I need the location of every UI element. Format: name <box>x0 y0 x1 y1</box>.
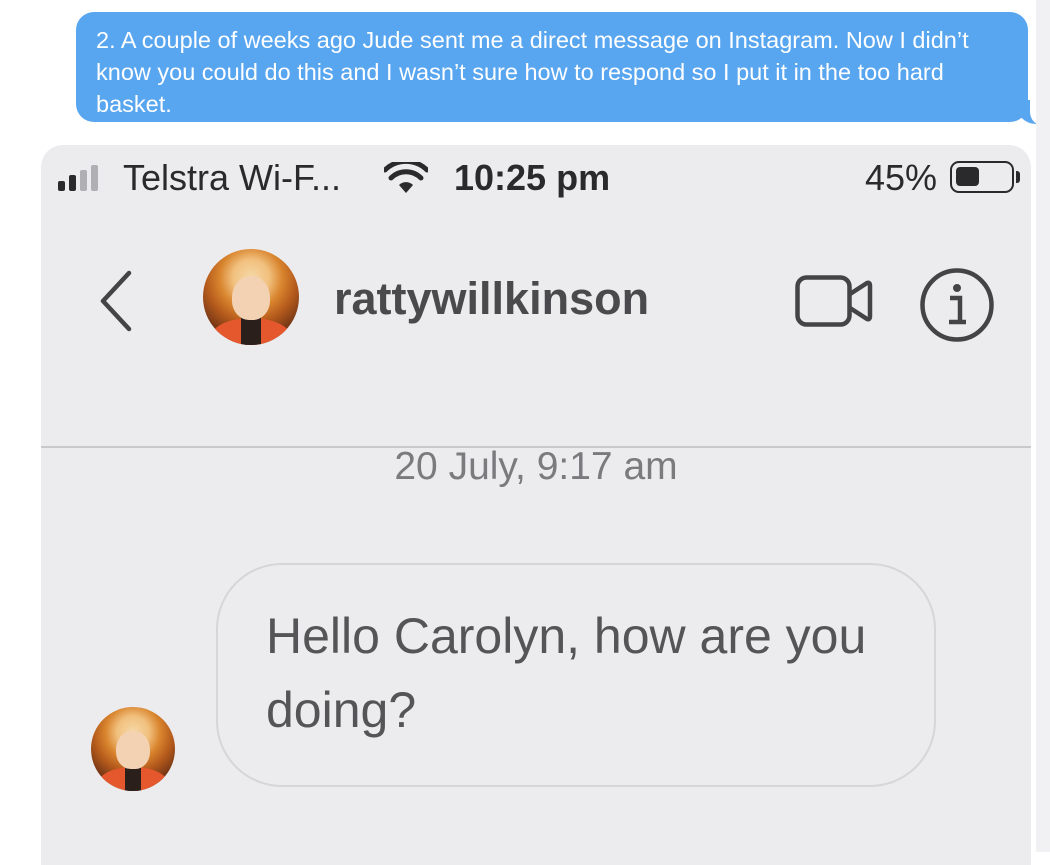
wifi-icon <box>384 162 428 193</box>
avatar[interactable] <box>203 249 299 345</box>
clock: 10:25 pm <box>454 157 611 198</box>
message-timestamp: 20 July, 9:17 am <box>394 445 678 488</box>
scroll-track <box>1036 0 1050 852</box>
signal-strength-icon <box>58 165 106 191</box>
status-bar: Telstra Wi-F... 10:25 pm 45% <box>41 145 1031 209</box>
imessage-bubble: 2. A couple of weeks ago Jude sent me a … <box>76 12 1028 122</box>
instagram-screenshot: Telstra Wi-F... 10:25 pm 45% rattywillki… <box>41 145 1031 865</box>
carrier-name: Telstra Wi-F... <box>123 157 342 198</box>
battery-level <box>956 167 979 186</box>
sender-avatar[interactable] <box>91 707 175 791</box>
video-camera-icon[interactable] <box>795 275 873 327</box>
battery-icon <box>950 161 1014 193</box>
imessage-text: 2. A couple of weeks ago Jude sent me a … <box>96 27 969 117</box>
message-bubble[interactable]: Hello Carolyn, how are you doing? <box>216 563 936 787</box>
info-icon[interactable] <box>919 267 995 343</box>
conversation-header: rattywillkinson <box>41 209 1031 448</box>
battery-percent: 45% <box>865 157 938 198</box>
message-text: Hello Carolyn, how are you doing? <box>266 608 867 738</box>
username[interactable]: rattywillkinson <box>334 273 649 325</box>
chevron-left-icon[interactable] <box>97 269 137 333</box>
